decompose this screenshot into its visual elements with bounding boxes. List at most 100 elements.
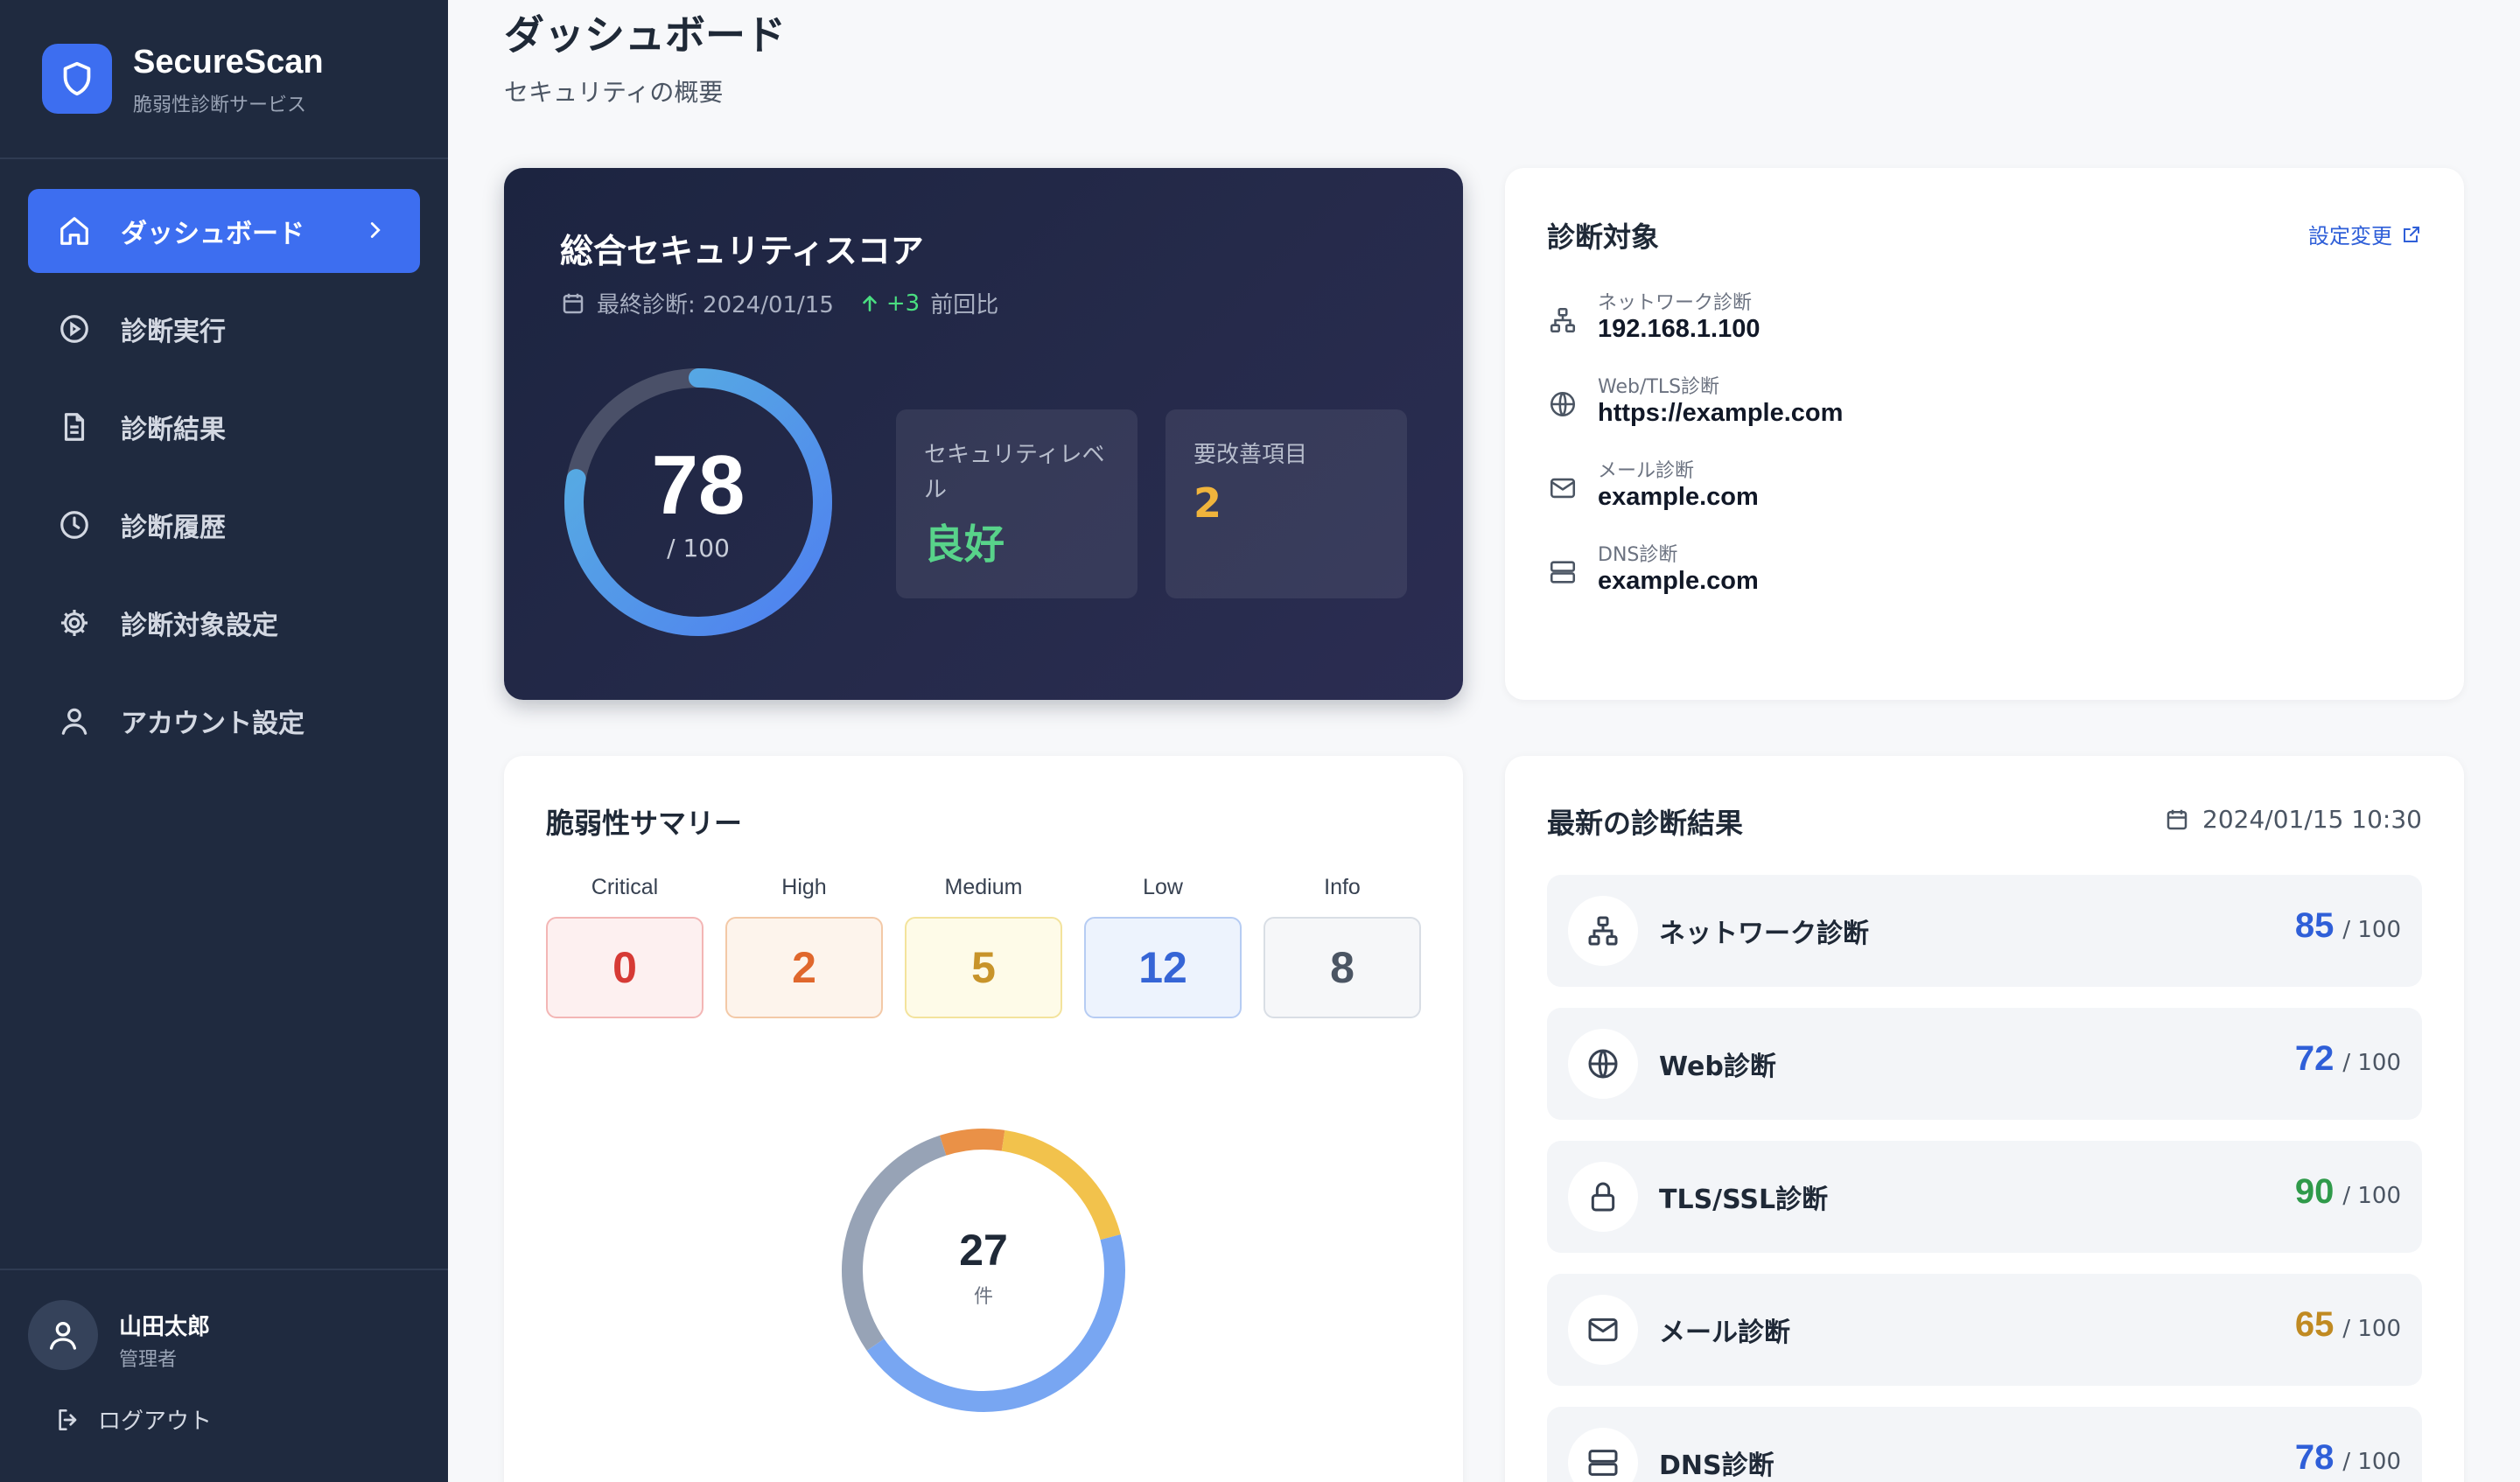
sidebar-item-label: 診断履歴 bbox=[121, 513, 226, 543]
improvement-items-tile: 要改善項目 2 bbox=[1166, 409, 1407, 598]
security-level-value: 良好 bbox=[924, 521, 1004, 568]
gear-icon bbox=[56, 605, 93, 641]
target-label: DNS診断 bbox=[1598, 544, 1678, 566]
sidebar-item-target-settings[interactable]: 診断対象設定 bbox=[28, 581, 420, 665]
server-icon bbox=[1568, 1428, 1638, 1482]
result-score: 72 / 100 bbox=[2295, 1039, 2401, 1079]
result-name: DNS診断 bbox=[1659, 1451, 1774, 1481]
score-title: 総合セキュリティスコア bbox=[560, 232, 924, 270]
severity-count-low[interactable]: 12 bbox=[1084, 917, 1242, 1018]
targets-title: 診断対象 bbox=[1547, 220, 1660, 254]
user-panel: 山田太郎 管理者 ログアウト bbox=[0, 1269, 448, 1482]
brand-header: SecureScan 脆弱性診断サービス bbox=[0, 0, 448, 159]
sidebar-item-history[interactable]: 診断履歴 bbox=[28, 483, 420, 567]
scan-targets-card: 診断対象 設定変更 ネットワーク診断 192.168.1.100 Web/TLS… bbox=[1505, 168, 2464, 700]
severity-count-critical[interactable]: 0 bbox=[546, 917, 704, 1018]
play-circle-icon bbox=[56, 311, 93, 347]
result-row-web[interactable]: Web診断 72 / 100 bbox=[1547, 1008, 2422, 1120]
severity-label-high: High bbox=[781, 875, 827, 899]
sidebar-item-label: 診断実行 bbox=[121, 317, 226, 347]
target-label: ネットワーク診断 bbox=[1598, 292, 1753, 314]
last-scan-date: 最終診断: 2024/01/15 bbox=[597, 292, 834, 318]
brand-name: SecureScan bbox=[133, 44, 324, 80]
result-score-max: / 100 bbox=[2342, 1050, 2401, 1076]
result-name: ネットワーク診断 bbox=[1659, 919, 1869, 949]
security-score-card: 総合セキュリティスコア 最終診断: 2024/01/15 +3 前回比 78 /… bbox=[504, 168, 1463, 700]
improvement-items-value: 2 bbox=[1194, 479, 1222, 527]
sidebar-item-run-scan[interactable]: 診断実行 bbox=[28, 287, 420, 371]
result-score: 65 / 100 bbox=[2295, 1305, 2401, 1345]
shield-icon bbox=[42, 44, 112, 114]
target-value: 192.168.1.100 bbox=[1598, 315, 1760, 343]
mail-icon bbox=[1568, 1295, 1638, 1365]
user-role: 管理者 bbox=[119, 1349, 178, 1371]
improvement-items-label: 要改善項目 bbox=[1194, 442, 1308, 468]
target-mail: メール診断 example.com bbox=[1547, 455, 2334, 525]
severity-count-info[interactable]: 8 bbox=[1264, 917, 1421, 1018]
user-icon bbox=[56, 703, 93, 739]
severity-count-medium[interactable]: 5 bbox=[905, 917, 1062, 1018]
mail-icon bbox=[1547, 472, 1578, 504]
clock-icon bbox=[56, 507, 93, 543]
severity-count-high[interactable]: 2 bbox=[725, 917, 883, 1018]
sidebar-item-label: 診断結果 bbox=[121, 415, 226, 445]
sidebar-item-label: 診断対象設定 bbox=[121, 611, 278, 641]
external-link-icon bbox=[2404, 226, 2419, 242]
page-title: ダッシュボード bbox=[504, 11, 786, 59]
calendar-icon bbox=[2166, 809, 2188, 829]
sidebar-item-dashboard[interactable]: ダッシュボード bbox=[28, 189, 420, 273]
result-score-value: 78 bbox=[2294, 1438, 2334, 1477]
security-level-tile: セキュリティレベル 良好 bbox=[896, 409, 1138, 598]
result-row-network[interactable]: ネットワーク診断 85 / 100 bbox=[1547, 875, 2422, 987]
logout-icon bbox=[59, 1409, 77, 1430]
result-name: Web診断 bbox=[1659, 1052, 1776, 1082]
target-web: Web/TLS診断 https://example.com bbox=[1547, 371, 2334, 441]
latest-results-date: 2024/01/15 10:30 bbox=[2164, 805, 2422, 834]
target-network: ネットワーク診断 192.168.1.100 bbox=[1547, 287, 2334, 357]
target-value: example.com bbox=[1598, 483, 1759, 511]
score-delta: +3 bbox=[858, 290, 920, 317]
vulnerability-unit: 件 bbox=[973, 1286, 993, 1308]
result-name: TLS/SSL診断 bbox=[1659, 1185, 1829, 1215]
result-score-value: 85 bbox=[2294, 906, 2334, 945]
user-name: 山田太郎 bbox=[119, 1314, 211, 1340]
avatar[interactable] bbox=[28, 1300, 98, 1370]
change-settings-label: 設定変更 bbox=[2308, 224, 2392, 248]
score-value: 78 bbox=[651, 438, 746, 532]
sidebar-item-results[interactable]: 診断結果 bbox=[28, 385, 420, 469]
result-score-value: 65 bbox=[2294, 1305, 2334, 1344]
score-delta-value: +3 bbox=[886, 290, 920, 317]
severity-label-info: Info bbox=[1324, 875, 1361, 899]
result-score-value: 72 bbox=[2294, 1039, 2334, 1078]
change-settings-link[interactable]: 設定変更 bbox=[2308, 219, 2422, 249]
home-icon bbox=[56, 213, 93, 249]
sidebar: SecureScan 脆弱性診断サービス ダッシュボード 診断実行 診断結果 診… bbox=[0, 0, 448, 1482]
target-value: example.com bbox=[1598, 567, 1759, 595]
result-row-dns[interactable]: DNS診断 78 / 100 bbox=[1547, 1407, 2422, 1482]
severity-label-low: Low bbox=[1143, 875, 1183, 899]
result-score-max: / 100 bbox=[2342, 1183, 2401, 1209]
latest-date-text: 2024/01/15 10:30 bbox=[2202, 805, 2422, 834]
vulnerability-total: 27 bbox=[959, 1226, 1008, 1275]
page-subtitle: セキュリティの概要 bbox=[504, 78, 724, 107]
sidebar-nav: ダッシュボード 診断実行 診断結果 診断履歴 診断対象設定 アカウント設定 bbox=[28, 189, 420, 777]
logout-button[interactable]: ログアウト bbox=[54, 1403, 212, 1436]
network-icon bbox=[1547, 304, 1578, 336]
result-row-mail[interactable]: メール診断 65 / 100 bbox=[1547, 1274, 2422, 1386]
result-row-tls[interactable]: TLS/SSL診断 90 / 100 bbox=[1547, 1141, 2422, 1253]
score-meta: 最終診断: 2024/01/15 +3 前回比 bbox=[560, 287, 998, 319]
sidebar-item-account-settings[interactable]: アカウント設定 bbox=[28, 679, 420, 763]
globe-icon bbox=[1547, 388, 1578, 420]
latest-results-card: 最新の診断結果 2024/01/15 10:30 ネットワーク診断 85 / 1… bbox=[1505, 756, 2464, 1482]
score-delta-suffix: 前回比 bbox=[930, 292, 999, 318]
lock-icon bbox=[1568, 1162, 1638, 1232]
score-ring: 78 / 100 bbox=[564, 367, 833, 637]
security-level-label: セキュリティレベル bbox=[924, 442, 1105, 503]
sidebar-item-label: ダッシュボード bbox=[121, 219, 304, 249]
result-score-value: 90 bbox=[2294, 1172, 2334, 1211]
result-score: 78 / 100 bbox=[2295, 1438, 2401, 1478]
target-label: Web/TLS診断 bbox=[1598, 376, 1720, 398]
document-icon bbox=[56, 409, 93, 445]
globe-icon bbox=[1568, 1029, 1638, 1099]
result-score: 85 / 100 bbox=[2295, 906, 2401, 946]
